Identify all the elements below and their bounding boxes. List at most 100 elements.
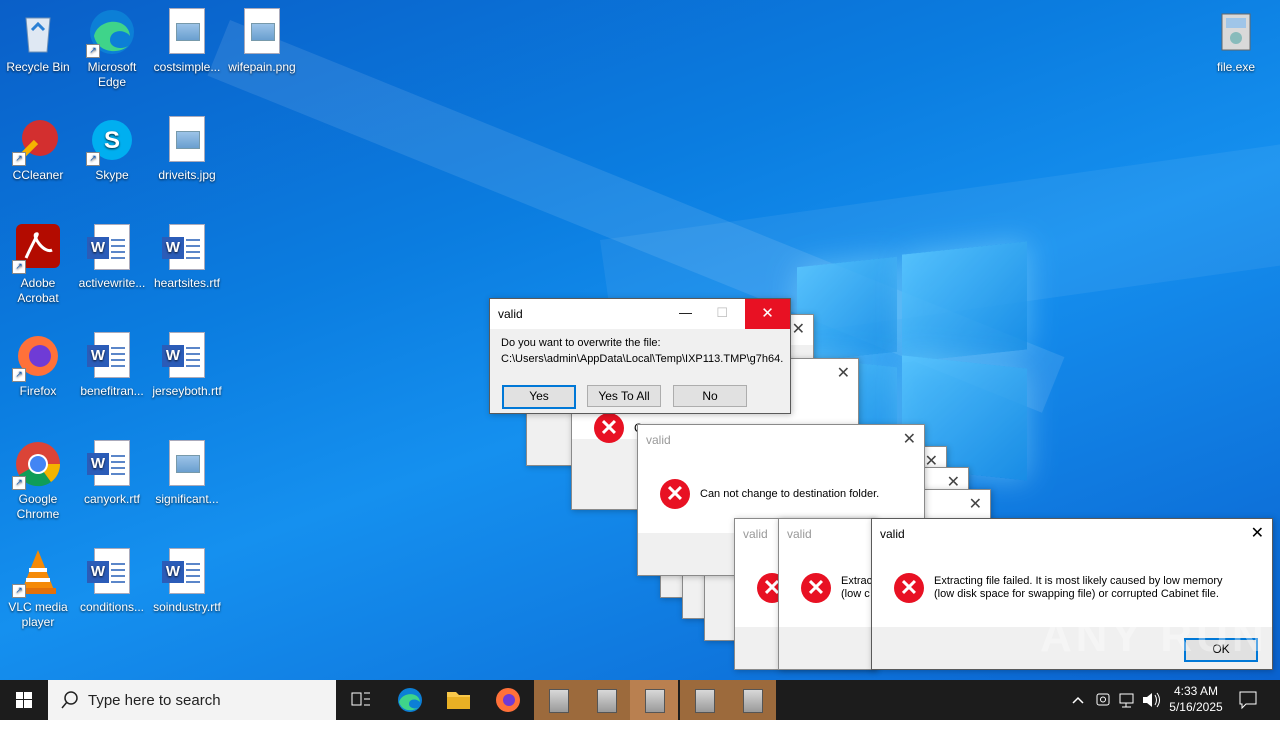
- error-icon: ✕: [801, 573, 831, 603]
- clock-date: 5/16/2025: [1169, 700, 1223, 714]
- dialog-message-line1: Extracting file failed. It is most likel…: [934, 575, 1223, 587]
- word-document-icon: W: [87, 440, 136, 488]
- close-icon[interactable]: ✕: [837, 363, 850, 383]
- dialog-message: Can not change to destination folder.: [700, 488, 880, 500]
- start-button[interactable]: [0, 680, 48, 720]
- task-view-icon: [351, 692, 370, 706]
- search-placeholder: Type here to search: [88, 692, 221, 709]
- taskbar-app-valid[interactable]: [534, 680, 582, 720]
- no-button[interactable]: No: [673, 385, 747, 407]
- desktop-icon-microsoft-edge[interactable]: ↗ Microsoft Edge: [74, 2, 150, 90]
- installer-icon: [645, 689, 665, 713]
- taskbar-app-valid[interactable]: [728, 680, 776, 720]
- clock-time: 4:33 AM: [1173, 684, 1219, 698]
- close-icon[interactable]: ✕: [745, 299, 790, 329]
- dialog-title: valid: [880, 527, 905, 541]
- search-box[interactable]: Type here to search: [48, 680, 336, 720]
- maximize-icon: ☐: [716, 305, 728, 320]
- recycle-bin-icon: [14, 8, 62, 56]
- installer-icon: [743, 689, 763, 713]
- desktop-icon-conditions[interactable]: W conditions...: [74, 542, 150, 615]
- dialog-partial-text: Extrac: [841, 575, 873, 587]
- extract-error-dialog-stacked: valid ✕ Extrac (low c: [778, 518, 876, 670]
- windows-logo-pane: [902, 241, 1027, 363]
- volume-icon[interactable]: [1140, 680, 1162, 720]
- error-icon: ✕: [660, 479, 690, 509]
- dialog-title: valid: [646, 433, 671, 447]
- taskbar-app-valid[interactable]: [680, 680, 728, 720]
- ccleaner-icon: ↗: [12, 116, 62, 166]
- close-icon[interactable]: ✕: [903, 429, 916, 449]
- desktop-icon-activewrite[interactable]: W activewrite...: [74, 218, 150, 291]
- edge-icon: [398, 688, 422, 712]
- desktop-icon-ccleaner[interactable]: ↗ CCleaner: [0, 110, 76, 183]
- installer-icon: [597, 689, 617, 713]
- word-document-icon: W: [87, 332, 136, 380]
- edge-icon: ↗: [86, 8, 136, 58]
- taskbar-edge[interactable]: [386, 680, 434, 720]
- desktop-icon-adobe-acrobat[interactable]: ↗ Adobe Acrobat: [0, 218, 76, 306]
- image-file-icon: [163, 440, 211, 488]
- desktop-icon-jerseyboth[interactable]: W jerseyboth.rtf: [149, 326, 225, 399]
- desktop-icon-driveits[interactable]: driveits.jpg: [149, 110, 225, 183]
- desktop-icon-wifepain[interactable]: wifepain.png: [224, 2, 300, 75]
- installer-icon: [549, 689, 569, 713]
- vlc-icon: ↗: [12, 548, 62, 598]
- error-icon: ✕: [894, 573, 924, 603]
- dialog-title: valid: [743, 527, 768, 541]
- desktop-icon-soindustry[interactable]: W soindustry.rtf: [149, 542, 225, 615]
- image-file-icon: [238, 8, 286, 56]
- overwrite-question: Do you want to overwrite the file:: [501, 337, 661, 349]
- clock[interactable]: 4:33 AM 5/16/2025: [1164, 680, 1228, 723]
- dialog-partial-text: (low c: [841, 588, 870, 600]
- desktop-icon-costsimple[interactable]: costsimple...: [149, 2, 225, 75]
- chrome-icon: ↗: [12, 440, 62, 490]
- acrobat-icon: ↗: [12, 224, 62, 274]
- desktop-icon-significant[interactable]: significant...: [149, 434, 225, 507]
- image-file-icon: [163, 8, 211, 56]
- word-document-icon: W: [162, 332, 211, 380]
- installer-icon: [695, 689, 715, 713]
- word-document-icon: W: [162, 548, 211, 596]
- word-document-icon: W: [162, 224, 211, 272]
- desktop-icon-skype[interactable]: S ↗ Skype: [74, 110, 150, 183]
- taskbar-file-explorer[interactable]: [434, 680, 482, 720]
- desktop: Recycle Bin ↗ CCleaner ↗ Adobe Acrobat ↗…: [0, 0, 1280, 680]
- taskbar-app-valid[interactable]: [630, 680, 678, 720]
- yes-button[interactable]: Yes: [502, 385, 576, 409]
- dialog-title: valid: [787, 527, 812, 541]
- dialog-title: valid: [498, 307, 523, 321]
- camera-icon[interactable]: [1092, 680, 1114, 720]
- desktop-icon-heartsites[interactable]: W heartsites.rtf: [149, 218, 225, 291]
- taskbar-firefox[interactable]: [484, 680, 532, 720]
- taskbar-app-valid[interactable]: [582, 680, 630, 720]
- windows-start-icon: [16, 692, 32, 708]
- desktop-icon-canyork[interactable]: W canyork.rtf: [74, 434, 150, 507]
- close-icon[interactable]: ✕: [969, 494, 982, 514]
- desktop-icon-google-chrome[interactable]: ↗ Google Chrome: [0, 434, 76, 522]
- search-icon: [61, 691, 78, 709]
- task-view-button[interactable]: [336, 680, 384, 720]
- desktop-icon-recycle-bin[interactable]: Recycle Bin: [0, 2, 76, 75]
- chevron-up-icon[interactable]: [1066, 680, 1090, 720]
- desktop-icon-vlc[interactable]: ↗ VLC media player: [0, 542, 76, 630]
- notification-icon[interactable]: [1234, 680, 1262, 720]
- word-document-icon: W: [87, 224, 136, 272]
- yes-to-all-button[interactable]: Yes To All: [587, 385, 661, 407]
- close-icon[interactable]: ✕: [1251, 523, 1264, 543]
- anyrun-watermark: ANY RUN: [1040, 612, 1268, 661]
- desktop-icon-benefitran[interactable]: W benefitran...: [74, 326, 150, 399]
- dialog-message-line2: (low disk space for swapping file) or co…: [934, 588, 1219, 600]
- folder-icon: [447, 692, 470, 709]
- close-icon[interactable]: ✕: [792, 319, 805, 339]
- firefox-icon: ↗: [12, 332, 62, 382]
- network-icon[interactable]: [1116, 680, 1138, 720]
- error-icon: ✕: [594, 413, 624, 443]
- overwrite-path: C:\Users\admin\AppData\Local\Temp\IXP113…: [501, 353, 784, 365]
- firefox-icon: [496, 688, 520, 712]
- installer-icon: [1212, 8, 1260, 56]
- desktop-icon-file-exe[interactable]: file.exe: [1198, 2, 1274, 75]
- minimize-icon[interactable]: —: [679, 305, 692, 320]
- desktop-icon-firefox[interactable]: ↗ Firefox: [0, 326, 76, 399]
- skype-icon: S ↗: [86, 116, 136, 166]
